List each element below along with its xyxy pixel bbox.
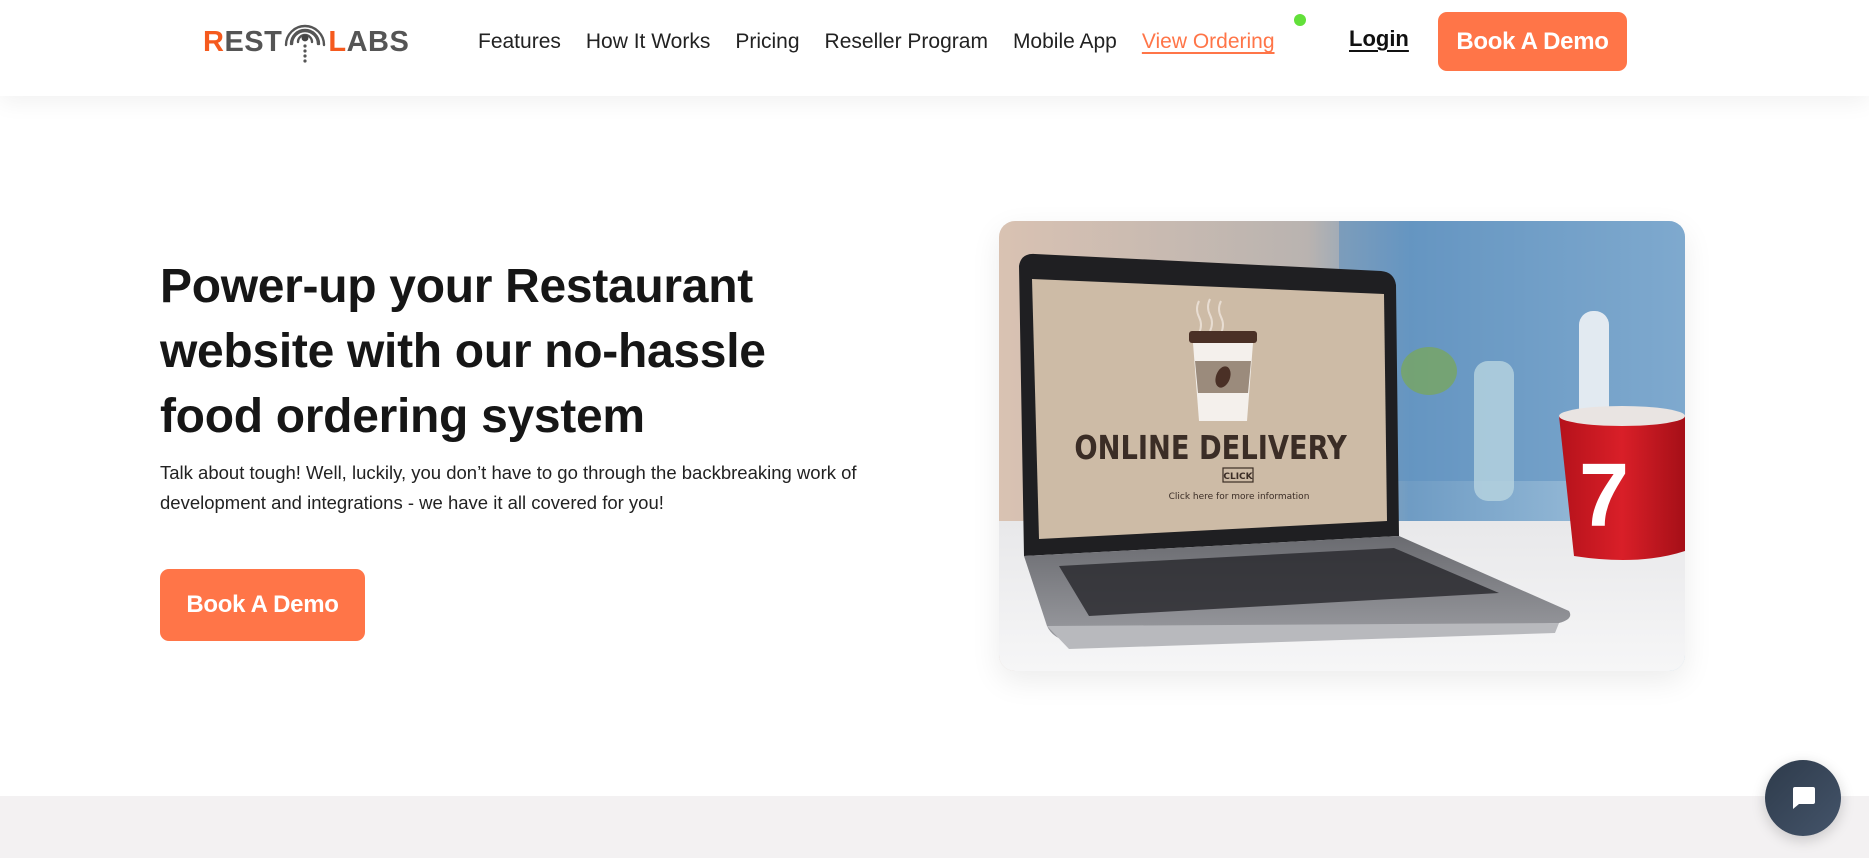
hero-title: Power-up your Restaurant website with ou… <box>160 260 766 443</box>
online-status-dot <box>1294 14 1306 26</box>
hero-description: Talk about tough! Well, luckily, you don… <box>160 462 857 513</box>
figurine <box>1474 361 1514 501</box>
red-mug: 7 <box>1559 406 1685 560</box>
nav-pricing[interactable]: Pricing <box>735 30 799 54</box>
site-header: REST LABS Features How It Works Pricing … <box>0 0 1869 96</box>
next-section <box>0 796 1869 858</box>
hero-book-demo-button[interactable]: Book A Demo <box>160 569 365 641</box>
screen-heading: ONLINE DELIVERY <box>1074 430 1347 467</box>
nav-view-ordering[interactable]: View Ordering <box>1142 30 1275 54</box>
nav-reseller-program[interactable]: Reseller Program <box>825 30 988 54</box>
screen-click-label: CLICK <box>1223 472 1253 482</box>
chat-launcher-button[interactable] <box>1765 760 1841 836</box>
main-nav: Features How It Works Pricing Reseller P… <box>478 0 1300 84</box>
header-book-demo-button[interactable]: Book A Demo <box>1438 12 1627 71</box>
logo-text-labs: LABS <box>328 25 410 58</box>
chat-bubble-icon <box>1793 787 1815 809</box>
laptop-illustration: ONLINE DELIVERY CLICK Click here for mor… <box>999 221 1685 671</box>
hero-image: ONLINE DELIVERY CLICK Click here for mor… <box>999 221 1685 671</box>
nav-features[interactable]: Features <box>478 30 561 54</box>
mug-number: 7 <box>1579 446 1629 546</box>
signal-antenna-icon <box>285 24 326 63</box>
nav-how-it-works[interactable]: How It Works <box>586 30 710 54</box>
logo-text-rest: REST <box>203 25 283 58</box>
screen-caption: Click here for more information <box>1169 492 1310 502</box>
logo[interactable]: REST LABS <box>203 18 413 66</box>
plant <box>1401 347 1457 395</box>
nav-mobile-app[interactable]: Mobile App <box>1013 30 1117 54</box>
login-link[interactable]: Login <box>1349 26 1409 52</box>
